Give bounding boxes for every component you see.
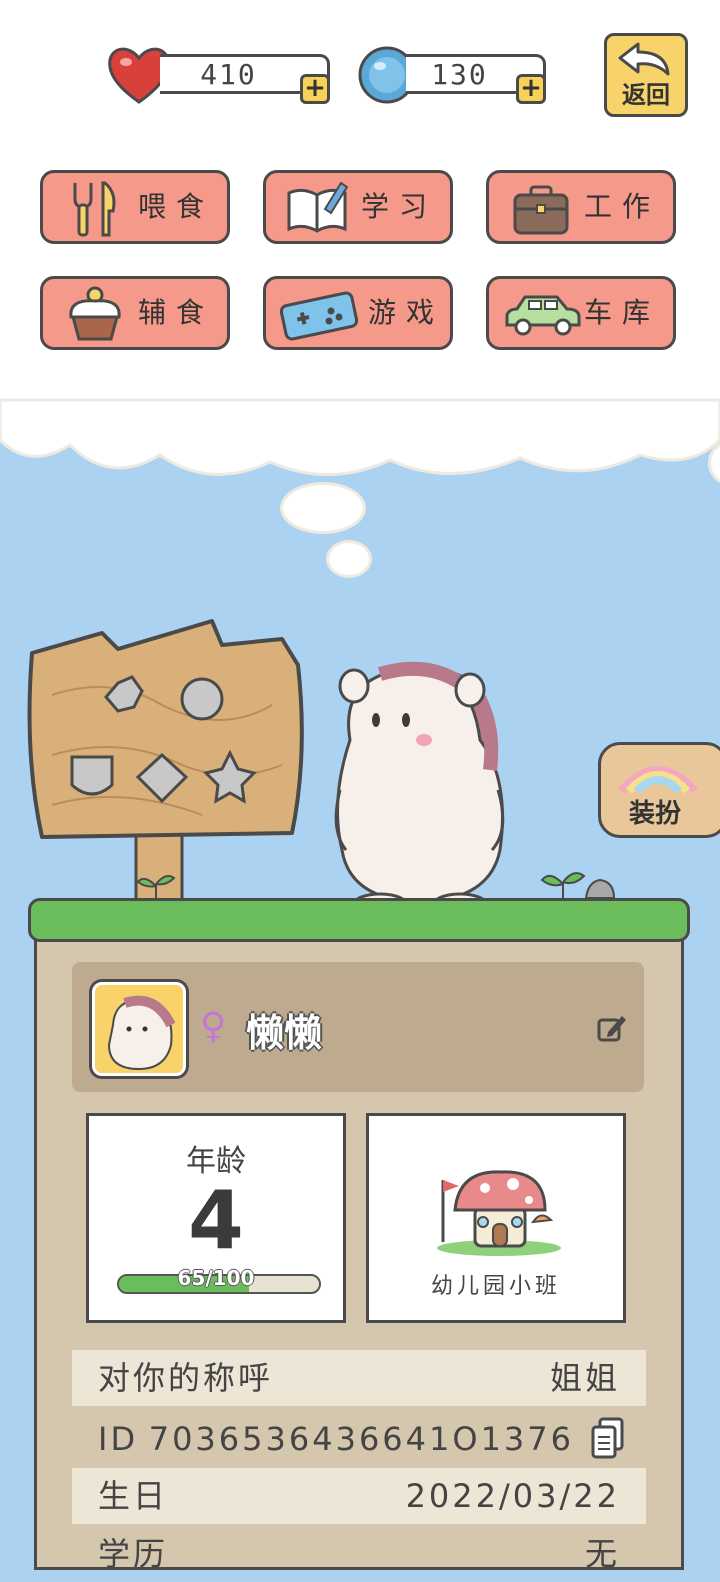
info-key: 学历 [98,1535,169,1573]
feed-label: 喂食 [138,190,215,223]
info-row-id: ID 7036536436641O1376 [72,1411,646,1467]
sprout-decoration [540,872,586,900]
game-label: 游戏 [368,296,445,329]
garage-button[interactable]: 车库 [486,276,676,350]
sprout-decoration [136,875,176,900]
feed-button[interactable]: 喂食 [40,170,230,244]
thought-bubble-large [280,482,366,534]
study-label: 学习 [361,190,438,223]
avatar[interactable] [92,982,186,1076]
info-value: 2022/03/22 [405,1477,620,1515]
garage-label: 车库 [584,296,661,329]
age-card: 年龄 4 65/100 [86,1113,346,1323]
info-key: ID [98,1420,139,1458]
grass-ledge [28,898,690,942]
growth-progress-text: 65/100 [177,1266,255,1290]
age-value: 4 [188,1174,244,1267]
snack-button[interactable]: 辅食 [40,276,230,350]
copy-icon[interactable] [590,1417,626,1461]
info-row-nickname: 对你的称呼 姐姐 [72,1350,646,1406]
rainbow-icon [617,766,699,793]
info-value: 7036536436641O1376 [148,1420,574,1458]
car-icon [505,295,581,336]
badge-signboard [27,619,304,902]
info-row-education: 学历 无 [72,1526,646,1582]
school-card[interactable]: 幼儿园小班 [366,1113,626,1323]
info-key: 生日 [98,1477,169,1515]
mushroom-house-icon [437,1170,561,1256]
back-button[interactable]: 返回 [604,33,688,117]
hedgehog-pet [334,661,505,916]
add-hearts-button[interactable]: + [300,74,330,104]
thought-bubble-small [326,540,372,578]
briefcase-icon [513,185,569,235]
edit-name-icon[interactable] [596,1012,628,1044]
dress-up-label: 装扮 [629,799,682,829]
back-label: 返回 [622,81,670,109]
cupcake-icon [69,286,121,341]
back-arrow-icon [618,42,670,76]
info-value: 无 [584,1535,620,1573]
hedgehog-avatar-icon [107,995,176,1071]
stone-decoration [584,878,616,899]
fork-knife-icon [73,181,116,237]
school-level: 幼儿园小班 [430,1274,561,1299]
work-label: 工作 [584,190,661,223]
study-button[interactable]: 学习 [263,170,453,244]
gamepad-icon [279,291,359,341]
game-button[interactable]: 游戏 [263,276,453,350]
hearts-value: 410 [200,58,257,91]
coins-value: 130 [431,58,488,91]
work-button[interactable]: 工作 [486,170,676,244]
snack-label: 辅食 [138,296,215,329]
pet-name: 懒懒 [246,1011,323,1055]
info-row-birthday: 生日 2022/03/22 [72,1468,646,1524]
info-value: 姐姐 [549,1359,620,1397]
add-coins-button[interactable]: + [516,74,546,104]
book-pen-icon [287,181,349,233]
gender-female-icon: ♀ [200,1006,227,1047]
info-key: 对你的称呼 [98,1359,274,1397]
dress-up-button[interactable]: 装扮 [598,742,720,838]
